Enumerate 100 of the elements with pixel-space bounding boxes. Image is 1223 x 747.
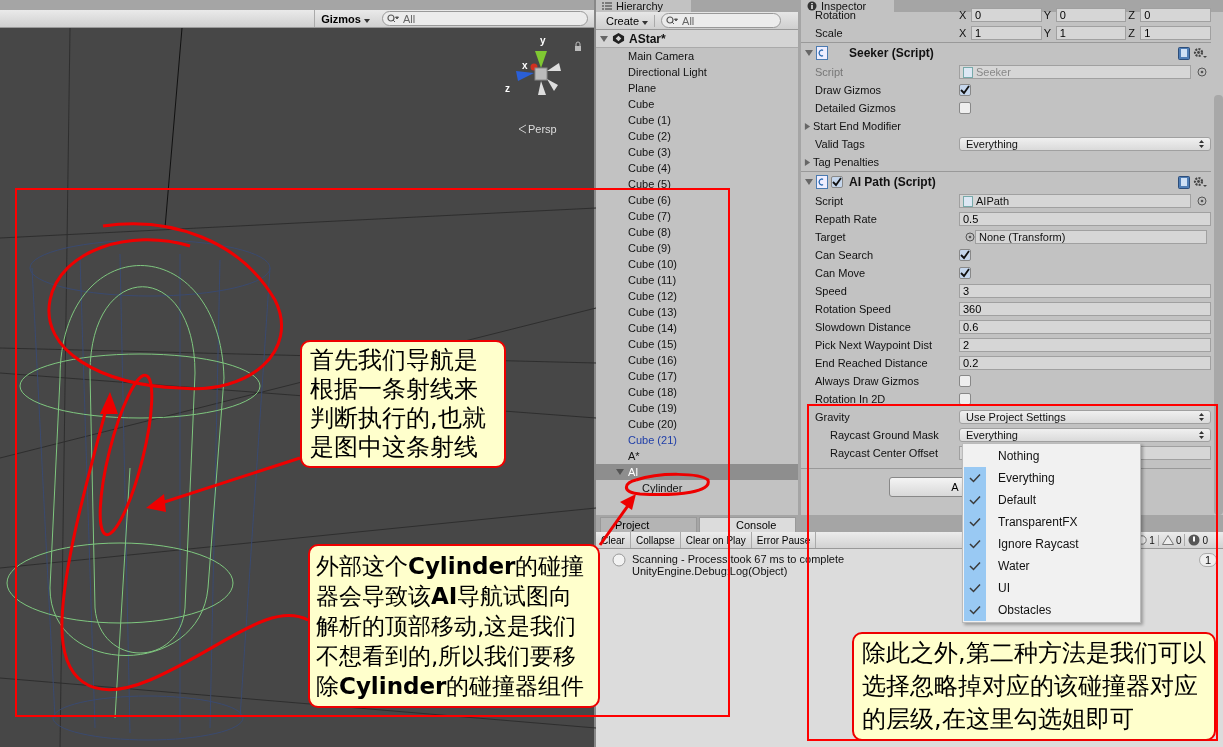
menu-item[interactable]: Nothing xyxy=(963,445,1140,467)
hierarchy-item[interactable]: Cube (2) xyxy=(596,128,798,144)
number-field[interactable]: 1 xyxy=(971,26,1042,40)
hierarchy-item[interactable]: Cube (19) xyxy=(596,400,798,416)
object-picker-icon[interactable] xyxy=(965,232,975,242)
checkbox[interactable] xyxy=(959,393,971,405)
settings-icon[interactable] xyxy=(1193,47,1207,59)
dropdown[interactable]: Use Project Settings xyxy=(959,410,1211,424)
script-file-icon xyxy=(963,66,973,78)
settings-icon[interactable] xyxy=(1193,176,1207,188)
scrollbar[interactable] xyxy=(1214,95,1223,515)
component-header[interactable]: AI Path (Script) xyxy=(801,171,1211,192)
hierarchy-item[interactable]: Cube (16) xyxy=(596,352,798,368)
gizmos-dropdown[interactable]: Gizmos xyxy=(314,10,376,27)
hierarchy-tab[interactable]: Hierarchy xyxy=(596,0,692,12)
checkbox[interactable] xyxy=(959,267,971,279)
expand-arrow-icon[interactable] xyxy=(805,49,813,57)
expand-arrow-icon[interactable] xyxy=(804,122,811,130)
object-picker-icon[interactable] xyxy=(1197,196,1207,206)
hierarchy-item[interactable]: Cube (21) xyxy=(596,432,798,448)
hierarchy-item[interactable]: A* xyxy=(596,448,798,464)
perspective-icon xyxy=(518,124,526,134)
menu-item[interactable]: Water xyxy=(963,555,1140,577)
search-field[interactable]: All xyxy=(382,11,588,26)
checkbox[interactable] xyxy=(959,249,971,261)
help-book-icon[interactable] xyxy=(1178,46,1190,60)
field-label: End Reached Distance xyxy=(815,357,929,369)
hierarchy-item[interactable]: Cube (20) xyxy=(596,416,798,432)
search-icon xyxy=(666,16,679,26)
hierarchy-item[interactable]: Directional Light xyxy=(596,64,798,80)
hierarchy-item[interactable]: Cube (13) xyxy=(596,304,798,320)
hierarchy-search-field[interactable]: All xyxy=(661,13,782,28)
object-picker-icon[interactable] xyxy=(1197,67,1207,77)
text-field[interactable]: 0.5 xyxy=(959,212,1211,226)
panel-tab[interactable]: Project xyxy=(600,517,697,532)
checkbox[interactable] xyxy=(959,375,971,387)
menu-item[interactable]: Obstacles xyxy=(963,599,1140,621)
expand-arrow-icon[interactable] xyxy=(805,178,813,186)
script-field[interactable]: AIPath xyxy=(959,194,1191,208)
menu-item[interactable]: TransparentFX xyxy=(963,511,1140,533)
expand-arrow-icon[interactable] xyxy=(600,34,608,43)
checkbox[interactable] xyxy=(959,84,971,96)
number-field[interactable]: 0 xyxy=(971,8,1042,22)
caret-icon xyxy=(642,20,649,25)
panel-tab[interactable]: Console xyxy=(699,517,796,532)
up-down-arrows-icon xyxy=(1199,431,1204,439)
hierarchy-item[interactable]: Cube (14) xyxy=(596,320,798,336)
text-field[interactable]: 0.2 xyxy=(959,356,1211,370)
hierarchy-item[interactable]: Cube (17) xyxy=(596,368,798,384)
field-label: Gravity xyxy=(815,411,851,423)
text-field[interactable]: 3 xyxy=(959,284,1211,298)
field-label: Script xyxy=(815,66,845,78)
inspector-tab[interactable]: Inspector xyxy=(801,0,895,12)
number-field[interactable]: 1 xyxy=(1140,26,1211,40)
dropdown[interactable]: Everything xyxy=(959,137,1211,151)
annotation-callout: 除此之外,第二种方法是我们可以选择忽略掉对应的该碰撞器对应的层级,在这里勾选姐即可 xyxy=(852,632,1216,741)
expand-arrow-icon[interactable] xyxy=(804,158,811,166)
warning-count[interactable]: 0 xyxy=(1157,534,1185,546)
view-mode-label[interactable]: Persp xyxy=(528,123,557,135)
hierarchy-item[interactable]: Cube (7) xyxy=(596,208,798,224)
annotation-callout: 外部这个Cylinder的碰撞器会导致该AI导航试图向解析的顶部移动,这是我们不想看到的,所以我们要移除Cylinder的碰撞器组件 xyxy=(308,544,600,708)
hierarchy-item[interactable]: Cube (9) xyxy=(596,240,798,256)
help-book-icon[interactable] xyxy=(1178,175,1190,189)
hierarchy-item[interactable]: Plane xyxy=(596,80,798,96)
hierarchy-item[interactable]: Cube (8) xyxy=(596,224,798,240)
scene-name[interactable]: AStar* xyxy=(629,31,666,46)
foldout[interactable]: Start End Modifier xyxy=(804,120,959,132)
hierarchy-item[interactable]: Cube (18) xyxy=(596,384,798,400)
hierarchy-item[interactable]: Cube (6) xyxy=(596,192,798,208)
toolbar-button[interactable]: Collapse xyxy=(630,532,681,548)
checkbox[interactable] xyxy=(959,102,971,114)
hierarchy-item[interactable]: Main Camera xyxy=(596,48,798,64)
hierarchy-item[interactable]: Cube (4) xyxy=(596,160,798,176)
number-field[interactable]: 1 xyxy=(1055,26,1127,40)
hierarchy-item[interactable]: Cube (15) xyxy=(596,336,798,352)
text-field[interactable]: 360 xyxy=(959,302,1211,316)
create-dropdown[interactable]: Create xyxy=(600,14,656,27)
text-field[interactable]: 0.6 xyxy=(959,320,1211,334)
dropdown[interactable]: Everything xyxy=(959,428,1211,442)
hierarchy-item[interactable]: Cube (10) xyxy=(596,256,798,272)
check-icon xyxy=(969,473,981,483)
component-enabled-checkbox[interactable] xyxy=(831,176,843,188)
number-field[interactable]: 0 xyxy=(1055,8,1127,22)
hierarchy-item[interactable]: Cylinder xyxy=(596,480,798,496)
field-label: Rotation In 2D xyxy=(815,393,887,405)
number-field[interactable]: 0 xyxy=(1140,8,1211,22)
hierarchy-item[interactable]: Cube xyxy=(596,96,798,112)
hierarchy-item[interactable]: Cube (11) xyxy=(596,272,798,288)
hierarchy-item[interactable]: Cube (3) xyxy=(596,144,798,160)
expand-arrow-icon[interactable] xyxy=(616,468,624,476)
menu-item[interactable]: UI xyxy=(963,577,1140,599)
component-header[interactable]: Seeker (Script) xyxy=(801,42,1211,63)
error-count[interactable]: 0 xyxy=(1184,534,1211,546)
lock-icon[interactable] xyxy=(574,41,582,51)
hierarchy-item[interactable]: Cube (12) xyxy=(596,288,798,304)
hierarchy-item[interactable]: Cube (1) xyxy=(596,112,798,128)
text-field[interactable]: 2 xyxy=(959,338,1211,352)
object-field[interactable]: None (Transform) xyxy=(975,230,1207,244)
foldout[interactable]: Tag Penalties xyxy=(804,156,959,168)
field-label: Always Draw Gizmos xyxy=(815,375,920,387)
